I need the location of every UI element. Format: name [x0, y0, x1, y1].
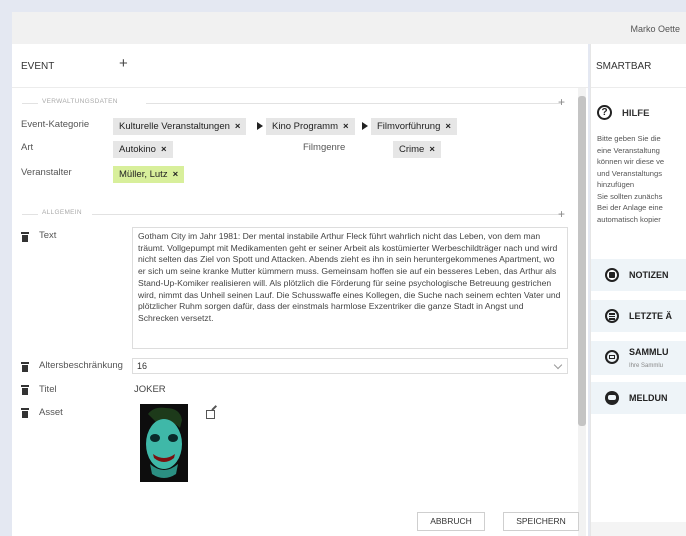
- chip-remove-icon[interactable]: ×: [429, 144, 435, 155]
- breadcrumb-arrow-icon: [362, 122, 368, 130]
- chip-remove-icon[interactable]: ×: [343, 121, 349, 132]
- save-button[interactable]: SPEICHERN: [503, 512, 579, 531]
- help-text-line: Bei der Anlage eine: [597, 203, 663, 212]
- delete-age-icon[interactable]: [21, 362, 29, 372]
- help-text-line: eine Veranstaltung: [597, 145, 660, 155]
- add-event-button[interactable]: +: [119, 55, 128, 72]
- type-label: Art: [21, 142, 34, 153]
- organizer-label: Veranstalter: [21, 167, 72, 178]
- smartbar-footer: [591, 522, 686, 536]
- help-text-line: Sie sollten zunächs: [597, 191, 663, 201]
- section-admin-label: VERWALTUNGSDATEN: [42, 98, 118, 105]
- user-name[interactable]: Marko Oette: [630, 24, 680, 34]
- chip-text: Müller, Lutz: [119, 169, 168, 180]
- title-value[interactable]: JOKER: [134, 384, 166, 395]
- scrollbar-thumb[interactable]: [578, 96, 586, 426]
- event-panel: EVENT + VERWALTUNGSDATEN + Event-Kategor…: [12, 44, 588, 536]
- smartbar-item-recent[interactable]: LETZTE Ä: [591, 300, 686, 332]
- help-text: Bitte geben Sie die eine Veranstaltung k…: [597, 133, 686, 225]
- genre-label: Filmgenre: [303, 142, 346, 153]
- delete-title-icon[interactable]: [21, 385, 29, 395]
- section-divider: [92, 214, 562, 215]
- smartbar-item-label: LETZTE Ä: [629, 311, 672, 321]
- section-general-label: ALLGEMEIN: [42, 209, 82, 216]
- smartbar-item-label: MELDUN: [629, 393, 668, 403]
- top-bar: Marko Oette: [12, 12, 686, 44]
- smartbar-title: SMARTBAR: [596, 61, 652, 72]
- chip-text: Kulturelle Veranstaltungen: [119, 121, 230, 132]
- delete-text-icon[interactable]: [21, 232, 29, 242]
- section-divider: [22, 214, 38, 215]
- chip-remove-icon[interactable]: ×: [173, 169, 179, 180]
- smartbar-item-sublabel: Ihre Sammlu: [629, 363, 664, 369]
- smartbar-item-label: NOTIZEN: [629, 270, 669, 280]
- help-text-line: automatisch kopier: [597, 214, 661, 224]
- smartbar-item-notes[interactable]: NOTIZEN: [591, 259, 686, 291]
- section-admin-header: VERWALTUNGSDATEN: [22, 98, 562, 108]
- help-text-line: können wir diese ve: [597, 157, 665, 166]
- category-chip-1[interactable]: Kulturelle Veranstaltungen ×: [113, 118, 247, 135]
- event-panel-header: EVENT +: [12, 44, 588, 88]
- text-label: Text: [39, 230, 57, 241]
- smartbar-panel: SMARTBAR ? HILFE Bitte geben Sie die ein…: [590, 44, 686, 536]
- breadcrumb-arrow-icon: [257, 122, 263, 130]
- title-label: Titel: [39, 384, 57, 395]
- asset-label: Asset: [39, 407, 63, 418]
- joker-portrait-image: [140, 404, 188, 482]
- help-section-header[interactable]: ? HILFE: [591, 100, 686, 128]
- external-link-icon[interactable]: [206, 410, 215, 419]
- event-panel-title: EVENT: [21, 61, 55, 72]
- type-chip[interactable]: Autokino ×: [113, 141, 173, 158]
- smartbar-item-collection[interactable]: SAMMLU Ihre Sammlu: [591, 341, 686, 375]
- help-title: HILFE: [622, 108, 650, 119]
- genre-chip[interactable]: Crime ×: [393, 141, 441, 158]
- chip-text: Autokino: [119, 144, 156, 155]
- section-divider: [22, 103, 38, 104]
- age-label: Altersbeschränkung: [39, 360, 123, 371]
- category-chip-3[interactable]: Filmvorführung ×: [371, 118, 457, 135]
- chip-remove-icon[interactable]: ×: [445, 121, 451, 132]
- smartbar-header: SMARTBAR: [591, 44, 686, 88]
- help-text-line: und Veranstaltungs: [597, 168, 663, 178]
- chip-text: Kino Programm: [272, 121, 338, 132]
- cancel-button[interactable]: ABBRUCH: [417, 512, 485, 531]
- notes-icon: [605, 268, 619, 282]
- section-general-header: ALLGEMEIN: [22, 209, 562, 219]
- age-select-value: 16: [137, 361, 148, 371]
- text-textarea[interactable]: Gotham City im Jahr 1981: Der mental ins…: [132, 227, 568, 349]
- organizer-chip[interactable]: Müller, Lutz ×: [113, 166, 185, 183]
- help-text-line: hinzufügen: [597, 180, 635, 189]
- chip-remove-icon[interactable]: ×: [235, 121, 241, 132]
- chip-text: Crime: [399, 144, 425, 155]
- smartbar-item-messages[interactable]: MELDUN: [591, 382, 686, 414]
- help-icon: ?: [597, 105, 612, 120]
- chevron-down-icon: [553, 360, 563, 370]
- list-icon: [605, 309, 619, 323]
- message-icon: [605, 391, 619, 405]
- smartbar-item-label: SAMMLU: [629, 347, 669, 357]
- add-general-field-button[interactable]: +: [558, 207, 565, 221]
- category-label: Event-Kategorie: [21, 119, 90, 130]
- category-chip-2[interactable]: Kino Programm ×: [266, 118, 355, 135]
- chip-remove-icon[interactable]: ×: [161, 144, 167, 155]
- help-text-line: Bitte geben Sie die: [597, 134, 661, 143]
- chip-text: Filmvorführung: [377, 121, 441, 132]
- delete-asset-icon[interactable]: [21, 408, 29, 418]
- asset-thumbnail[interactable]: [140, 404, 188, 482]
- add-admin-field-button[interactable]: +: [558, 95, 565, 109]
- age-select[interactable]: 16: [132, 358, 568, 374]
- section-divider: [146, 103, 562, 104]
- collection-icon: [605, 350, 619, 364]
